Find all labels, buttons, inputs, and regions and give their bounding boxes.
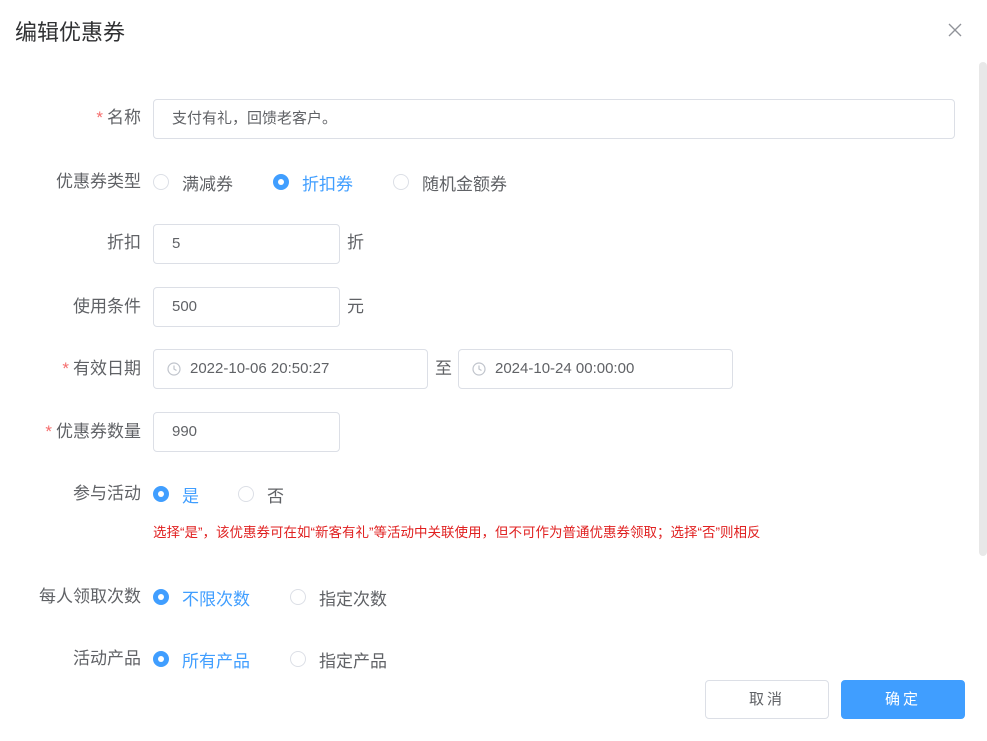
discount-unit: 折 (347, 233, 364, 252)
scrollbar[interactable] (979, 62, 987, 556)
radio-dot (153, 651, 169, 667)
radio-coupon-type-random[interactable]: 随机金额券 (393, 170, 507, 194)
radio-join-activity-no[interactable]: 否 (238, 482, 284, 506)
per-user-limit-label: 每人领取次数 (39, 587, 141, 606)
quantity-input[interactable]: 990 (153, 412, 340, 452)
quantity-label: * 优惠券数量 (45, 422, 141, 441)
radio-per-user-unlimited[interactable]: 不限次数 (153, 585, 250, 609)
radio-coupon-type-full-reduction[interactable]: 满减券 (153, 170, 233, 194)
close-icon[interactable] (945, 20, 965, 40)
radio-dot (393, 174, 409, 190)
edit-coupon-dialog: 编辑优惠券 * 名称 支付有礼，回馈老客户。 优惠券类型 满减券 折扣券 随机金额… (0, 0, 987, 741)
clock-icon (167, 362, 181, 376)
radio-dot (153, 174, 169, 190)
name-label: * 名称 (96, 108, 141, 127)
condition-input[interactable]: 500 (153, 287, 340, 327)
start-date-value: 2022-10-06 20:50:27 (190, 360, 330, 377)
radio-dot (273, 174, 289, 190)
radio-per-user-specified[interactable]: 指定次数 (290, 585, 387, 609)
radio-coupon-type-discount[interactable]: 折扣券 (273, 170, 353, 194)
required-mark: * (45, 422, 52, 441)
valid-date-label: * 有效日期 (62, 359, 141, 378)
join-activity-label: 参与活动 (73, 484, 141, 503)
condition-unit: 元 (347, 297, 364, 316)
coupon-type-label: 优惠券类型 (56, 172, 141, 191)
radio-dot (290, 651, 306, 667)
products-label: 活动产品 (73, 649, 141, 668)
start-date-input[interactable]: 2022-10-06 20:50:27 (153, 349, 428, 389)
required-mark: * (96, 108, 103, 127)
radio-dot (290, 589, 306, 605)
radio-products-all[interactable]: 所有产品 (153, 647, 250, 671)
name-input[interactable]: 支付有礼，回馈老客户。 (153, 99, 955, 139)
dialog-title: 编辑优惠券 (15, 20, 126, 45)
date-separator: 至 (435, 359, 452, 378)
radio-join-activity-yes[interactable]: 是 (153, 482, 199, 506)
radio-products-specified[interactable]: 指定产品 (290, 647, 387, 671)
join-activity-hint: 选择“是”，该优惠券可在如“新客有礼”等活动中关联使用，但不可作为普通优惠券领取… (153, 525, 761, 540)
required-mark: * (62, 359, 69, 378)
cancel-button[interactable]: 取消 (705, 680, 829, 719)
end-date-input[interactable]: 2024-10-24 00:00:00 (458, 349, 733, 389)
condition-label: 使用条件 (73, 297, 141, 316)
discount-input[interactable]: 5 (153, 224, 340, 264)
clock-icon (472, 362, 486, 376)
confirm-button[interactable]: 确定 (841, 680, 965, 719)
radio-dot (153, 589, 169, 605)
radio-dot (238, 486, 254, 502)
end-date-value: 2024-10-24 00:00:00 (495, 360, 635, 377)
radio-dot (153, 486, 169, 502)
discount-label: 折扣 (107, 233, 141, 252)
